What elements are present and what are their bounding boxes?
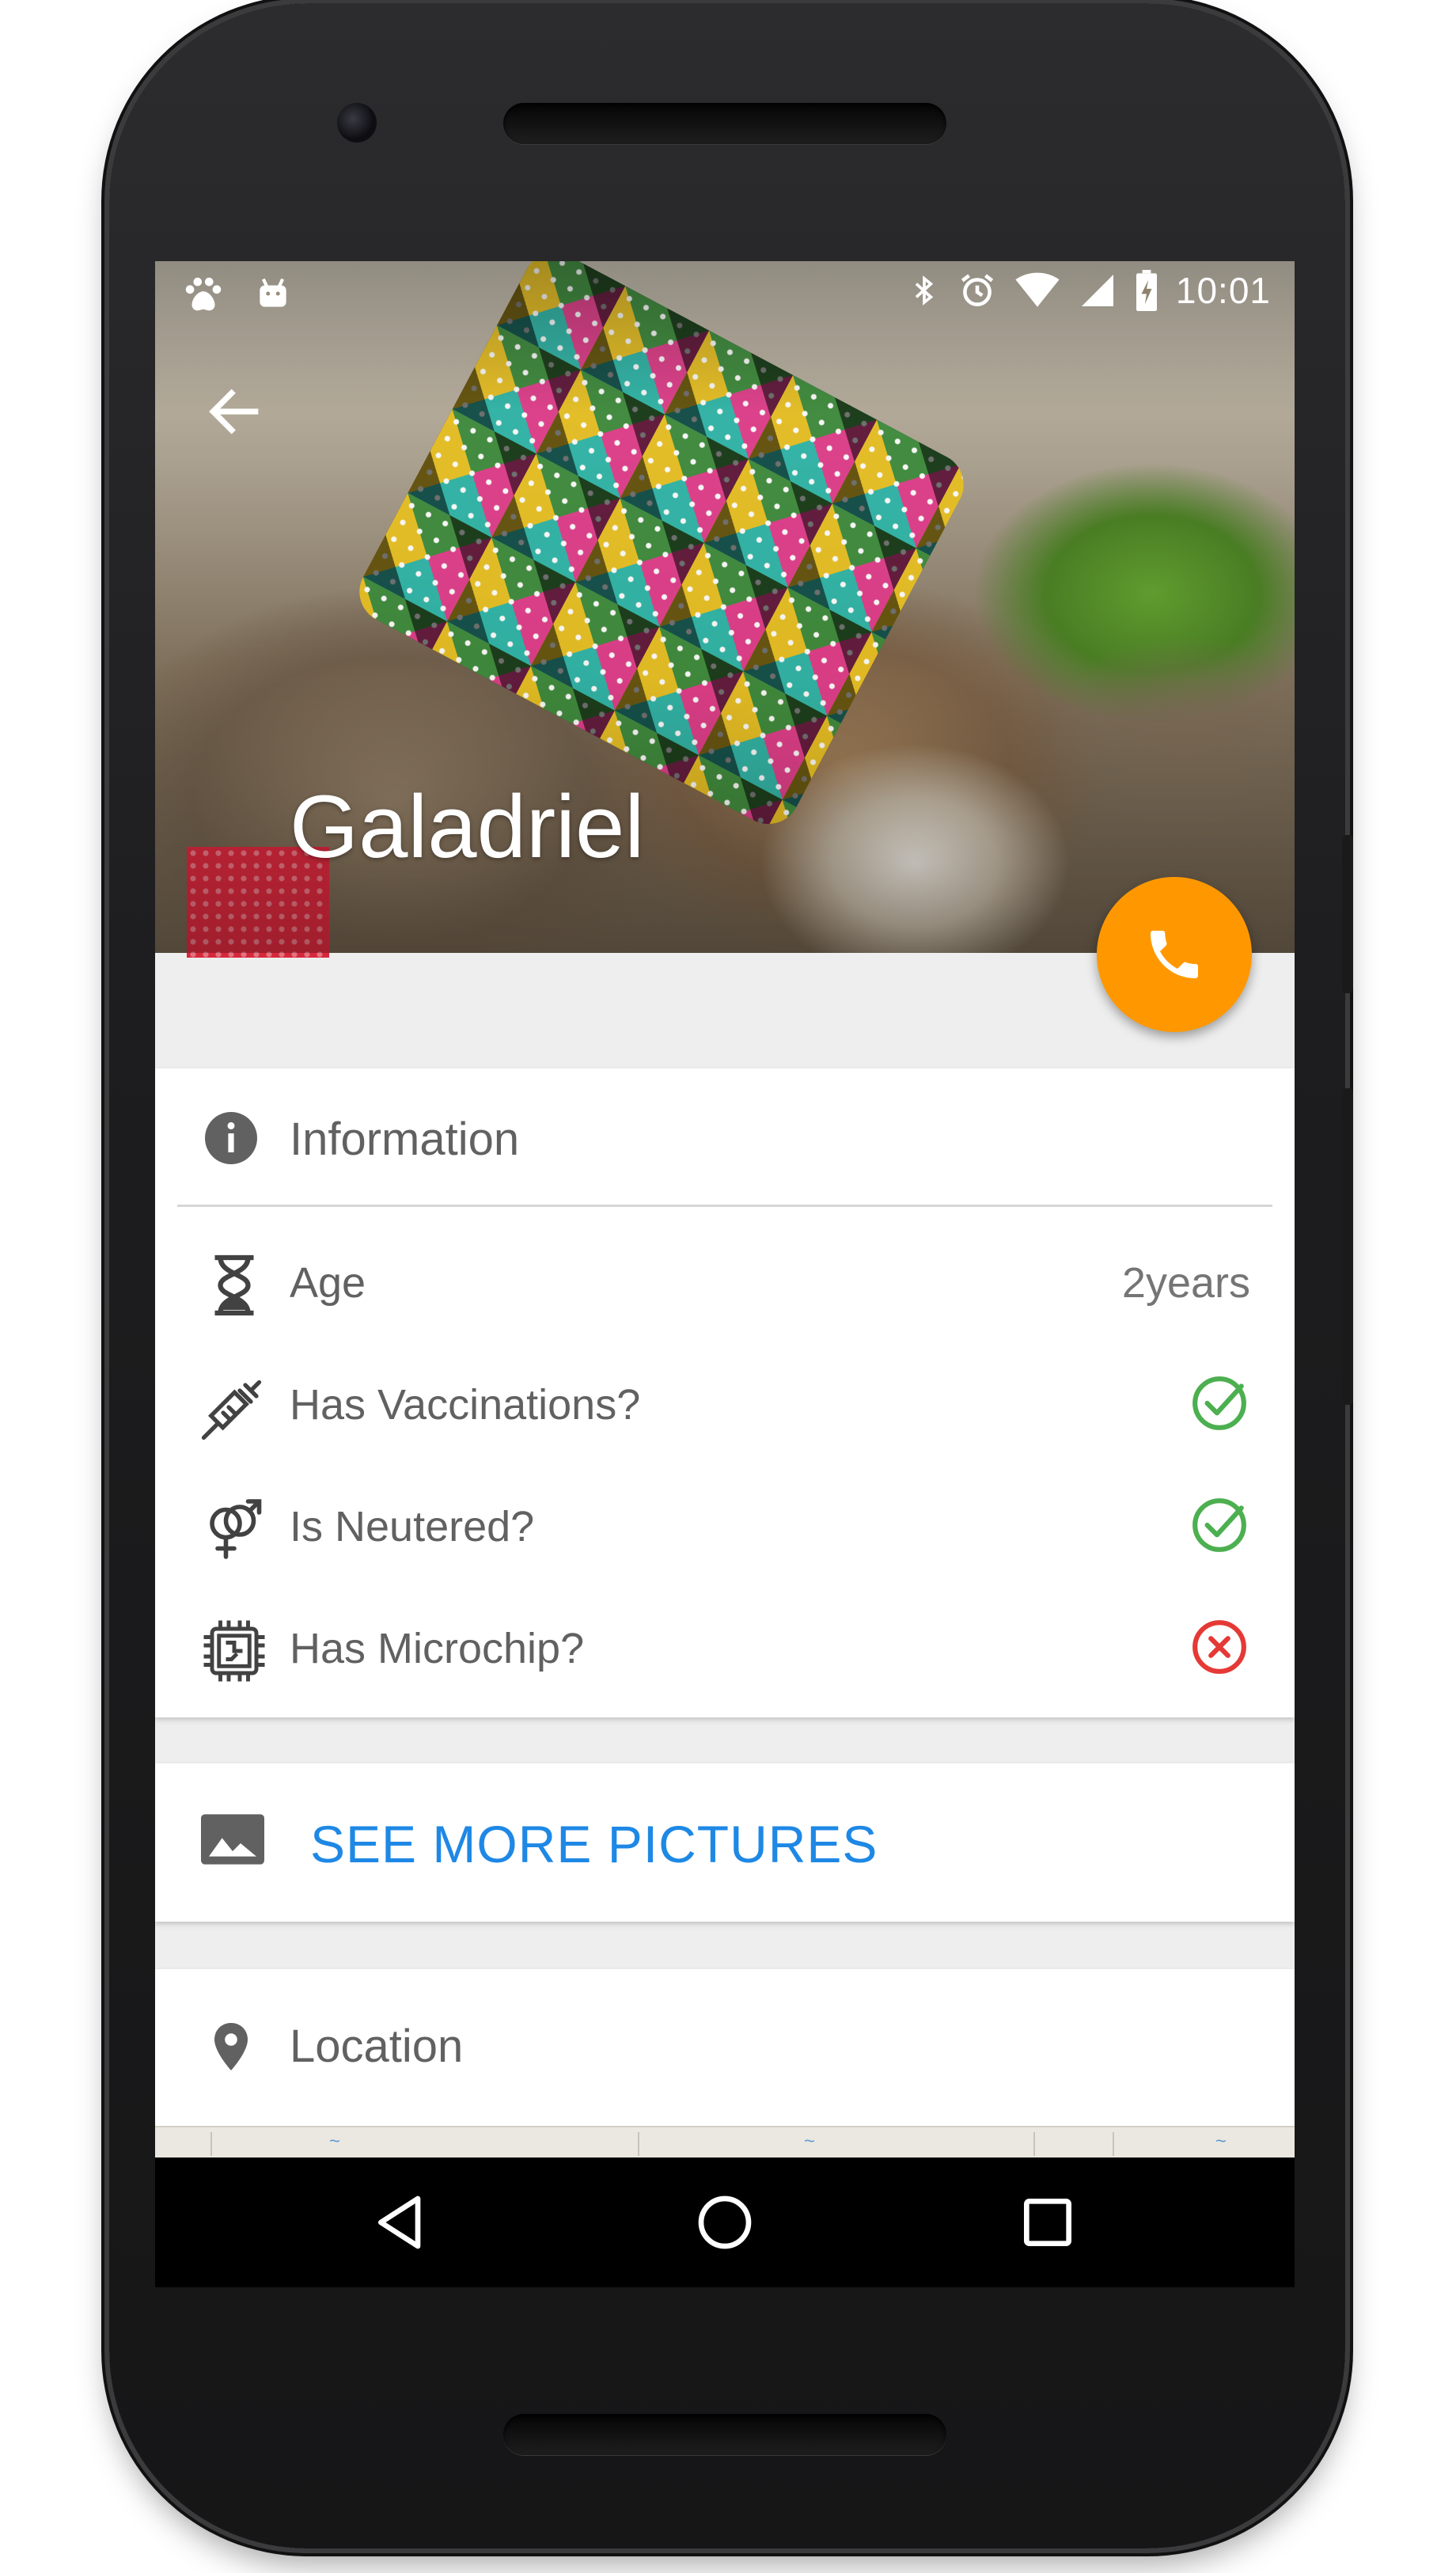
location-title: Location xyxy=(290,2021,464,2072)
signal-icon xyxy=(1081,275,1113,306)
information-card: Information Age 2years Has Vaccinations? xyxy=(155,1068,1295,1717)
info-row-age: Age 2years xyxy=(155,1220,1295,1342)
volume-button xyxy=(1342,1088,1353,1405)
status-time: 10:01 xyxy=(1175,270,1271,311)
gender-icon xyxy=(210,1499,262,1559)
age-label: Age xyxy=(290,1259,366,1307)
info-row-microchip: Has Microchip? xyxy=(155,1586,1295,1708)
microchip-label: Has Microchip? xyxy=(290,1625,585,1672)
see-more-pictures-button[interactable]: SEE MORE PICTURES xyxy=(310,1814,878,1874)
back-triangle-icon[interactable] xyxy=(370,2191,434,2254)
information-header: Information xyxy=(177,1068,1272,1207)
call-button[interactable] xyxy=(1097,877,1252,1032)
information-title: Information xyxy=(290,1114,520,1165)
neutered-label: Is Neutered? xyxy=(290,1503,535,1550)
location-map[interactable]: ~ ~ ~ xyxy=(155,2126,1295,2159)
image-icon xyxy=(201,1814,264,1865)
phone-icon xyxy=(1151,931,1198,978)
navigation-bar xyxy=(155,2157,1295,2287)
front-camera xyxy=(337,103,377,142)
home-circle-icon[interactable] xyxy=(693,2191,756,2254)
alarm-icon xyxy=(961,274,993,306)
bluetooth-icon xyxy=(915,275,934,305)
location-header: Location xyxy=(177,1969,1272,2124)
place-icon xyxy=(214,2023,248,2070)
android-icon xyxy=(260,278,286,307)
map-road xyxy=(1033,2132,1035,2156)
map-road xyxy=(210,2132,212,2156)
power-button xyxy=(1342,835,1353,993)
earpiece-speaker xyxy=(503,103,946,144)
map-water: ~ xyxy=(1215,2131,1227,2152)
age-value: 2years xyxy=(1121,1259,1250,1307)
vaccinations-label: Has Vaccinations? xyxy=(290,1381,641,1429)
map-water: ~ xyxy=(329,2131,341,2152)
info-icon xyxy=(205,1112,257,1164)
map-road xyxy=(638,2132,639,2156)
info-row-vaccinations: Has Vaccinations? xyxy=(155,1342,1295,1464)
hourglass-icon xyxy=(214,1254,254,1316)
syringe-icon xyxy=(201,1379,262,1440)
check-circle-icon xyxy=(1192,1498,1246,1552)
status-bar: 10:01 xyxy=(155,261,1295,328)
wifi-icon xyxy=(1015,272,1060,307)
check-circle-icon xyxy=(1192,1376,1246,1430)
bottom-speaker xyxy=(503,2414,946,2455)
screen: 10:01 Galadriel Information Age 2years H… xyxy=(155,261,1295,2287)
see-more-pictures-card[interactable]: SEE MORE PICTURES xyxy=(155,1763,1295,1922)
cancel-circle-icon xyxy=(1192,1620,1246,1674)
map-road xyxy=(1113,2132,1114,2156)
pet-name-title: Galadriel xyxy=(290,777,645,876)
info-row-neutered: Is Neutered? xyxy=(155,1464,1295,1586)
chip-icon xyxy=(203,1620,265,1682)
paw-icon xyxy=(185,277,222,311)
map-water: ~ xyxy=(804,2131,816,2152)
recents-square-icon[interactable] xyxy=(1016,2191,1079,2254)
arrow-back-icon[interactable] xyxy=(203,380,266,443)
battery-charging-icon xyxy=(1136,270,1157,311)
